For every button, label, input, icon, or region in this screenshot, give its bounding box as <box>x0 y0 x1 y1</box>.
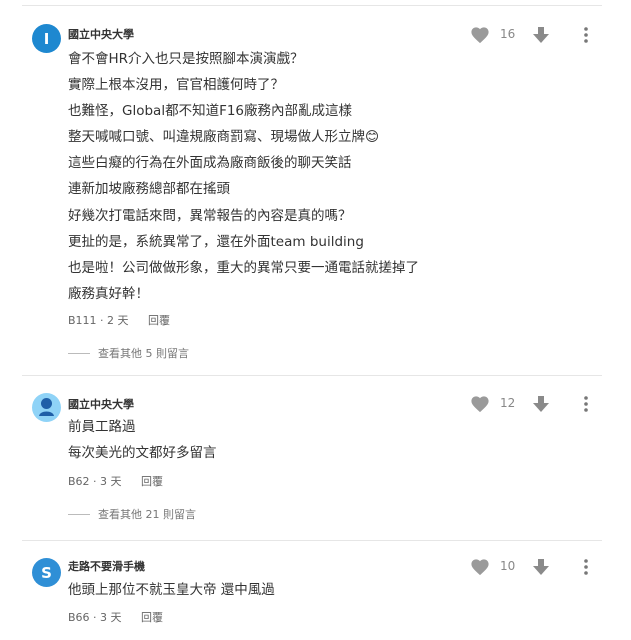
comment-meta: B62 · 3 天 回覆 <box>68 473 163 489</box>
comment-line: 也是啦！公司做做形象，重大的異常只要一通電話就搓掉了 <box>68 259 419 276</box>
avatar[interactable]: I <box>32 24 61 53</box>
comment-line: 他頭上那位不就玉皇大帝 還中風過 <box>68 582 275 598</box>
author-school: 國立中央大學 <box>68 28 134 41</box>
comment-actions: 12 <box>470 394 600 416</box>
avatar[interactable]: S <box>32 558 61 587</box>
heart-icon[interactable] <box>470 558 490 576</box>
view-more-replies[interactable]: 查看其他 21 則留言 <box>68 506 196 522</box>
comment-line: 廠務真好幹！ <box>68 285 149 302</box>
comment-meta: B111 · 2 天 回覆 <box>68 312 170 328</box>
like-count: 10 <box>500 559 516 573</box>
arrow-down-icon[interactable] <box>532 558 550 576</box>
avatar-letter: S <box>41 563 52 582</box>
like-count: 16 <box>500 27 516 41</box>
more-vertical-icon[interactable] <box>583 395 589 413</box>
user-silhouette-icon <box>39 398 54 416</box>
author-school: 國立中央大學 <box>68 398 134 411</box>
reply-button[interactable]: 回覆 <box>141 611 163 624</box>
author-school: 走路不要滑手機 <box>68 560 145 573</box>
arrow-down-icon[interactable] <box>532 395 550 413</box>
meta-dot: · <box>93 611 101 624</box>
comment-line: 也難怪，Global都不知道F16廠務內部亂成這樣 <box>68 103 353 120</box>
more-vertical-icon[interactable] <box>583 558 589 576</box>
comment-divider <box>22 375 602 376</box>
floor-number: B62 <box>68 475 90 488</box>
comment-line: 整天喊喊口號、叫違規廠商罰寫、現場做人形立牌😊 <box>68 129 380 146</box>
comment-line: 更扯的是，系統異常了，還在外面team building <box>68 233 364 250</box>
like-count: 12 <box>500 396 516 410</box>
view-more-replies[interactable]: 查看其他 5 則留言 <box>68 345 189 361</box>
more-vertical-icon[interactable] <box>583 26 589 44</box>
comment-line: 每次美光的文都好多留言 <box>68 445 217 462</box>
more-dash <box>68 513 90 515</box>
comment-body: 會不會HR介入也只是按照腳本演演戲？ 實際上根本沒用，官官相護何時了？ 也難怪，… <box>68 46 419 307</box>
post-time: 2 天 <box>107 314 129 327</box>
comment-body: 前員工路過 每次美光的文都好多留言 <box>68 414 217 466</box>
arrow-down-icon[interactable] <box>532 26 550 44</box>
comment-line: 好幾次打電話來問，異常報告的內容是真的嗎？ <box>68 207 352 224</box>
comment-divider <box>22 540 602 541</box>
post-time: 3 天 <box>100 611 122 624</box>
comment-body: 他頭上那位不就玉皇大帝 還中風過 <box>68 577 275 603</box>
comment-meta: B66 · 3 天 回覆 <box>68 609 163 625</box>
reply-button[interactable]: 回覆 <box>148 314 170 327</box>
comment-actions: 16 <box>470 25 600 47</box>
heart-icon[interactable] <box>470 26 490 44</box>
meta-dot: · <box>93 475 101 488</box>
more-dash <box>68 352 90 354</box>
comment-line: 實際上根本沒用，官官相護何時了？ <box>68 77 284 94</box>
comment-line: 會不會HR介入也只是按照腳本演演戲？ <box>68 51 304 67</box>
view-more-label: 查看其他 5 則留言 <box>98 347 189 360</box>
view-more-label: 查看其他 21 則留言 <box>98 508 196 521</box>
comment-line: 前員工路過 <box>68 419 136 435</box>
comment-line: 連新加坡廠務總部都在搖頭 <box>68 181 230 198</box>
top-divider <box>22 5 602 6</box>
avatar[interactable] <box>32 393 61 422</box>
heart-icon[interactable] <box>470 395 490 413</box>
floor-number: B111 <box>68 314 97 327</box>
comment-line: 這些白癡的行為在外面成為廠商飯後的聊天笑話 <box>68 155 352 172</box>
floor-number: B66 <box>68 611 90 624</box>
post-time: 3 天 <box>100 475 122 488</box>
avatar-letter: I <box>43 29 50 48</box>
reply-button[interactable]: 回覆 <box>141 475 163 488</box>
comment-actions: 10 <box>470 557 600 579</box>
meta-dot: · <box>100 314 108 327</box>
